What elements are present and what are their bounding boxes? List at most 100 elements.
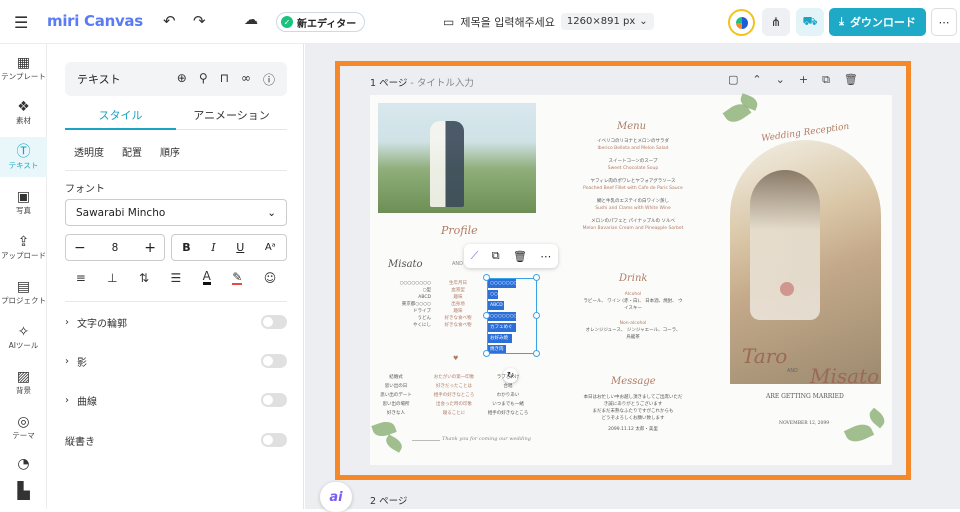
shadow-row[interactable]: › 影 (65, 348, 287, 374)
unlock-icon[interactable]: ⊓ (220, 71, 229, 88)
resize-handle[interactable] (483, 312, 490, 319)
emoji-icon[interactable]: ☺ (264, 271, 277, 285)
link-icon[interactable]: ∞ (241, 71, 251, 88)
vertical-row[interactable]: 縦書き (65, 427, 287, 453)
message-heading[interactable]: Message (611, 376, 656, 387)
download-button[interactable]: ⤓ ダウンロード (829, 8, 926, 36)
menu-list[interactable]: イベリコのリヨナとメロンのサラダ Iberico Bellota and Melo… (577, 138, 689, 232)
nav-ai-tool[interactable]: ✧ AIツール (0, 317, 47, 357)
thank-you-text[interactable]: Thank you for coming our wedding (442, 436, 531, 442)
share-button[interactable]: ⋔ (762, 8, 790, 36)
qa-right-column[interactable]: ラブとわけ 合唱 わかりあい いつまでも一緒 相手の好きなところ (484, 373, 532, 418)
resize-handle[interactable] (483, 274, 490, 281)
misato-name[interactable]: Misato (810, 364, 879, 388)
list-icon[interactable]: ☰ (171, 271, 182, 285)
subtab-order[interactable]: 順序 (160, 144, 180, 159)
nav-photo[interactable]: ▣ 写真 (0, 182, 47, 222)
nav-project[interactable]: ▤ プロジェクト (0, 272, 47, 312)
profile-left-column[interactable]: ○○○○○○○○ ○型 ABCD 東京都○○○○ ドライブ うどん やくにし (389, 280, 431, 329)
info-icon[interactable]: ⓘ (263, 71, 275, 88)
nav-text[interactable]: Ⓣ テキスト (0, 137, 47, 177)
page-2-label[interactable]: 2 ページ (370, 493, 407, 507)
page-title-input[interactable]: - タイトル入力 (410, 78, 473, 89)
magic-wand-icon[interactable]: ⟋ (471, 249, 479, 263)
drink-heading[interactable]: Drink (619, 273, 648, 284)
redo-icon[interactable]: ↷ (193, 12, 206, 30)
qa-value: 思い出のデート (380, 393, 412, 398)
cloud-save-icon[interactable]: ☁ (244, 12, 258, 28)
nav-background[interactable]: ▨ 背景 (0, 362, 47, 402)
duplicate-icon[interactable]: ⧉ (492, 249, 500, 263)
menu-icon[interactable]: ☰ (14, 13, 28, 32)
app-logo[interactable]: miri Canvas (47, 12, 143, 30)
move-down-icon[interactable]: ⌄ (776, 73, 785, 87)
misato-profile-name[interactable]: Misato (388, 259, 423, 270)
add-page-icon[interactable]: + (799, 73, 808, 87)
more-button[interactable]: ⋯ (931, 8, 957, 36)
message-body[interactable]: 本日はお忙しい中お越し頂きましてご出席いただき誠にありがとうございます まだまだ… (583, 394, 683, 433)
font-size-stepper[interactable]: − 8 + (65, 234, 165, 261)
qa-mid-column[interactable]: おたがいの第一印象 好きだったことは 相手の好きなところ 出会った時の印象 寝ることに (430, 373, 478, 418)
more-icon[interactable]: ⋯ (540, 250, 551, 263)
nav-book[interactable]: ▙ (0, 476, 47, 506)
couple-photo[interactable] (378, 103, 536, 213)
drink-list[interactable]: Alcohol ラビール、 ワイン (赤・白)、 日本酒、焼酎、 ウイスキー N… (583, 291, 683, 341)
resize-handle[interactable] (533, 312, 540, 319)
vertical-toggle[interactable] (261, 433, 287, 447)
getting-married-text[interactable]: ARE GETTING MARRIED (766, 393, 844, 400)
selection-box[interactable] (487, 278, 537, 354)
nav-theme[interactable]: ◎ テーマ (0, 407, 47, 447)
bold-icon[interactable]: B (182, 241, 190, 254)
delivery-button[interactable]: ⛟ (796, 8, 824, 36)
lock-icon[interactable]: ⊕ (177, 71, 187, 88)
align-left-icon[interactable]: ≡ (76, 271, 86, 285)
font-size-value[interactable]: 8 (112, 242, 119, 254)
outline-row[interactable]: › 文字の輪郭 (65, 309, 287, 335)
profile-heading[interactable]: Profile (441, 224, 478, 237)
underline-icon[interactable]: U (236, 241, 244, 254)
menu-heading[interactable]: Menu (617, 121, 646, 132)
resize-handle[interactable] (533, 274, 540, 281)
shadow-toggle[interactable] (261, 354, 287, 368)
page-1-label[interactable]: 1 ページ - タイトル入力 (370, 75, 474, 89)
outline-toggle[interactable] (261, 315, 287, 329)
line-spacing-icon[interactable]: ⇅ (139, 271, 149, 285)
new-editor-badge[interactable]: ✓ 新エディター (276, 12, 366, 32)
note-icon[interactable]: ▢ (728, 73, 738, 87)
ai-assistant-button[interactable]: ai (320, 482, 352, 512)
subtab-align[interactable]: 配置 (122, 144, 142, 159)
taro-name[interactable]: Taro (742, 344, 787, 368)
document-title[interactable]: 제목을 입력해주세요 (460, 14, 555, 30)
nav-more[interactable]: ◔ (0, 452, 47, 476)
text-properties-panel: テキスト ⊕ ⚲ ⊓ ∞ ⓘ スタイル アニメーション 透明度 配置 順序 フォ… (48, 44, 304, 509)
nav-elements[interactable]: ❖ 素材 (0, 92, 47, 132)
minus-icon[interactable]: − (74, 240, 86, 256)
qa-left-column[interactable]: 結婚式 思い出の日 思い出のデート 思い出の場所 好きな人 (379, 373, 413, 418)
case-icon[interactable]: Aᵃ (265, 242, 276, 253)
italic-icon[interactable]: I (211, 241, 215, 254)
subtab-opacity[interactable]: 透明度 (74, 144, 104, 159)
workspace-avatar[interactable] (728, 9, 755, 36)
tab-animation[interactable]: アニメーション (176, 102, 287, 130)
nav-template[interactable]: ▦ テンプレート (0, 48, 47, 88)
tab-style[interactable]: スタイル (65, 102, 176, 130)
move-up-icon[interactable]: ⌃ (752, 73, 761, 87)
curve-toggle[interactable] (261, 393, 287, 407)
highlight-icon[interactable]: ✎ (232, 271, 243, 285)
resize-handle[interactable] (483, 350, 490, 357)
undo-icon[interactable]: ↶ (163, 12, 176, 30)
text-color-icon[interactable]: A (202, 270, 211, 285)
vertical-align-icon[interactable]: ⊥ (107, 271, 117, 285)
delete-page-icon[interactable]: 🗑 (844, 73, 858, 87)
profile-mid-column[interactable]: 生年月日 血液型 趣味 出身地 趣味 好きな食べ物 好きな食べ物 (441, 280, 475, 329)
curve-row[interactable]: › 曲線 (65, 387, 287, 413)
format-paint-icon[interactable]: ⚲ (199, 71, 208, 88)
size-selector[interactable]: 1260×891 px ⌄ (560, 13, 654, 30)
nav-upload[interactable]: ⇪ アップロード (0, 227, 47, 267)
duplicate-page-icon[interactable]: ⧉ (822, 73, 830, 87)
resize-handle[interactable] (533, 350, 540, 357)
wedding-date[interactable]: NOVEMBER 12, 2099 (779, 421, 829, 426)
delete-icon[interactable]: 🗑 (513, 250, 527, 263)
font-select[interactable]: Sawarabi Mincho ⌄ (65, 199, 287, 226)
plus-icon[interactable]: + (144, 240, 156, 256)
